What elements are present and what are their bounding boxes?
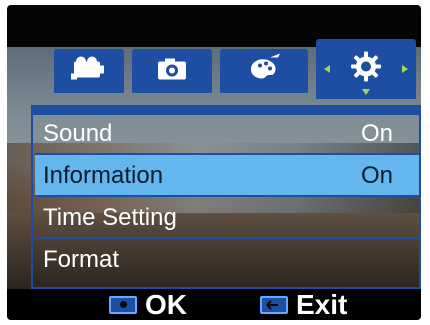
mode-tabs: [54, 39, 416, 99]
ok-label: OK: [145, 288, 187, 320]
tab-effects[interactable]: [220, 49, 308, 93]
menu-item-information[interactable]: Information On: [35, 155, 419, 197]
menu-item-format[interactable]: Format: [35, 239, 419, 281]
menu-item-label: Time Setting: [43, 204, 177, 231]
camera-icon: [152, 54, 192, 89]
exit-label: Exit: [296, 288, 348, 320]
video-camera-icon: [67, 52, 111, 91]
camera-screen: Sound On Information On Time Setting For…: [7, 5, 421, 320]
gear-icon: [349, 50, 383, 89]
tab-settings[interactable]: [316, 39, 416, 99]
menu-item-sound[interactable]: Sound On: [35, 113, 419, 155]
menu-item-label: Format: [43, 246, 120, 273]
palette-icon: [242, 52, 286, 91]
footer-bar: OK Exit: [7, 289, 421, 320]
menu-item-label: Sound: [43, 120, 113, 147]
menu-item-time-setting[interactable]: Time Setting: [35, 197, 419, 239]
menu-item-value: On: [360, 162, 393, 189]
ok-button[interactable]: OK: [109, 289, 187, 320]
menu-item-value: On: [360, 120, 393, 147]
exit-button[interactable]: Exit: [260, 289, 347, 320]
tab-video[interactable]: [54, 49, 124, 93]
return-key-icon: [260, 295, 288, 314]
right-arrow-icon: [402, 65, 408, 73]
left-arrow-icon: [324, 65, 330, 73]
settings-menu: Sound On Information On Time Setting For…: [31, 113, 421, 289]
ok-key-icon: [109, 295, 137, 314]
menu-item-label: Information: [43, 162, 164, 189]
down-arrow-icon: [362, 89, 370, 95]
tab-photo[interactable]: [132, 49, 212, 93]
